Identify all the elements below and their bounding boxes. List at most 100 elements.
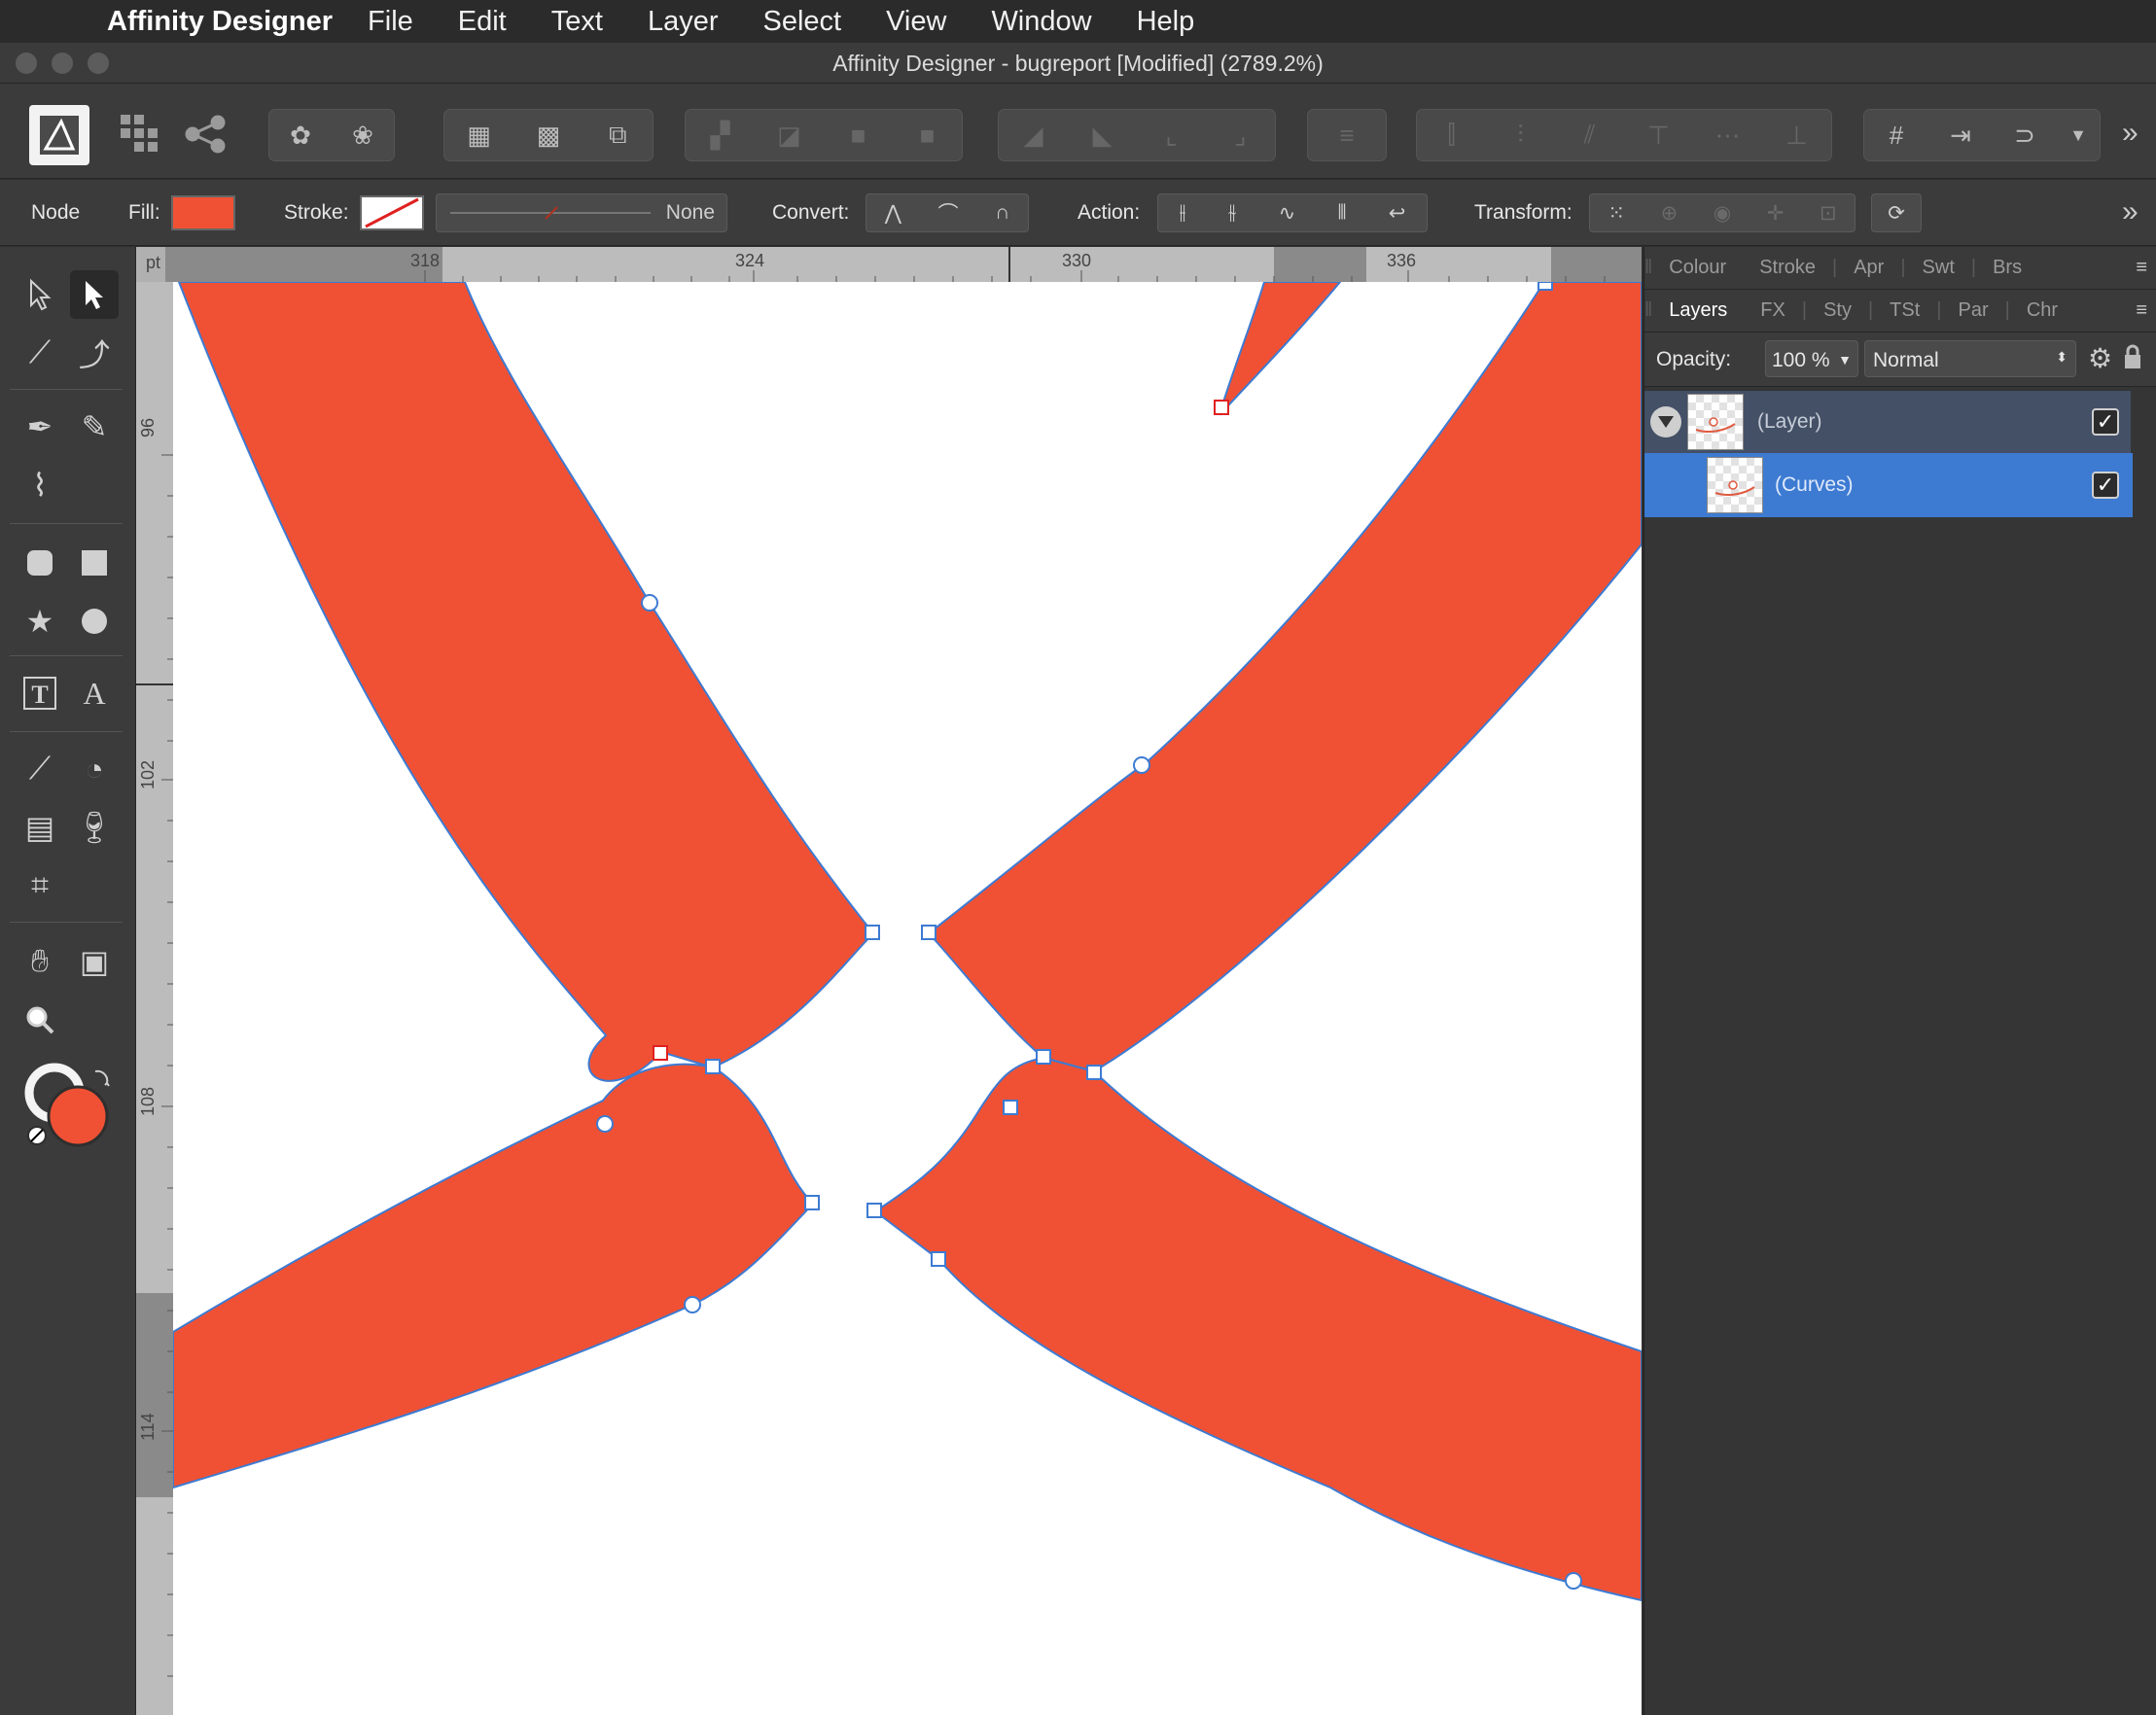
pen-tool-icon[interactable]: ✒ (16, 402, 64, 451)
menu-select[interactable]: Select (762, 6, 841, 38)
selected-node[interactable] (653, 1045, 668, 1061)
expand-toggle[interactable] (1650, 406, 1681, 438)
close-curve-icon[interactable]: ⫳ (1228, 201, 1237, 225)
curve-node[interactable] (705, 1059, 721, 1074)
document-canvas[interactable] (173, 282, 1642, 1715)
assistant-icon[interactable]: ❀ (337, 114, 388, 157)
transform-box-icon[interactable]: ⁙ (1608, 201, 1625, 226)
align-icon[interactable]: ≡ (1322, 114, 1372, 157)
tab-styles[interactable]: Sty (1807, 299, 1868, 322)
tab-stroke[interactable]: Stroke (1743, 257, 1832, 279)
artboard-tool-icon[interactable]: ▣ (70, 937, 119, 986)
point-transform-tool-icon[interactable]: ⟋ (16, 329, 64, 377)
menu-help[interactable]: Help (1137, 6, 1195, 38)
menu-view[interactable]: View (886, 6, 946, 38)
node-tool-icon[interactable] (70, 270, 119, 319)
tab-brushes[interactable]: Brs (1976, 257, 2038, 279)
snapping-magnet-icon[interactable]: ⊃ (1999, 114, 2050, 157)
align-nodes-icon[interactable]: ⊡ (1820, 201, 1837, 226)
curve-top-spike[interactable] (1220, 282, 1342, 416)
layer-visibility-checkbox[interactable]: ✓ (2092, 472, 2119, 499)
show-handles-icon[interactable]: ◉ (1714, 201, 1731, 226)
pixel-persona-icon[interactable] (119, 113, 161, 160)
menu-text[interactable]: Text (551, 6, 603, 38)
corner-tool-icon[interactable]: ⤴ (70, 329, 119, 377)
move-nodes-icon[interactable]: ✛ (1767, 201, 1785, 226)
context-overflow-icon[interactable]: » (2122, 195, 2138, 228)
transform-origin-icon[interactable]: ⊕ (1661, 201, 1679, 226)
tab-colour[interactable]: Colour (1652, 257, 1743, 279)
layer-row[interactable]: (Layer) ✓ (1644, 391, 2131, 453)
curve-node[interactable] (1565, 1572, 1582, 1590)
move-front-icon[interactable]: ■ (902, 114, 953, 157)
curve-node[interactable] (921, 925, 937, 940)
curve-lower-left-band[interactable] (173, 1063, 815, 1489)
curve-node[interactable] (865, 925, 880, 940)
gear-icon[interactable]: ⚙ (2088, 342, 2112, 374)
transform-mode-button[interactable]: ⟳ (1871, 193, 1922, 232)
opacity-dropdown[interactable]: 100 % ▼ (1765, 340, 1858, 377)
snap-grid-icon[interactable]: # (1871, 114, 1922, 157)
layer-visibility-checkbox[interactable]: ✓ (2092, 408, 2119, 436)
star-tool-icon[interactable]: ★ (16, 597, 64, 646)
transform-origin-icon[interactable]: ⧉ (592, 114, 643, 157)
align-top-icon[interactable]: ⊤ (1634, 114, 1684, 157)
toolbar-overflow-icon[interactable]: » (2122, 117, 2138, 150)
convert-smooth-icon[interactable]: ⌒ (938, 198, 959, 228)
fill-swatch[interactable] (171, 195, 235, 230)
curve-node[interactable] (684, 1296, 701, 1313)
curve-node[interactable] (596, 1115, 614, 1133)
curve-node[interactable] (1133, 756, 1150, 774)
fill-color-well[interactable] (47, 1085, 109, 1147)
export-persona-icon[interactable] (185, 115, 228, 158)
stroke-width-slider[interactable]: None (436, 193, 727, 232)
rotate-right-icon[interactable]: ⌟ (1216, 114, 1266, 157)
reverse-curve-icon[interactable]: ↩ (1389, 201, 1406, 226)
snapping-dropdown-icon[interactable]: ▼ (2064, 114, 2093, 157)
convert-smart-icon[interactable]: ∩ (995, 201, 1009, 225)
color-selector[interactable] (23, 1060, 117, 1153)
tab-swatches[interactable]: Swt (1906, 257, 1971, 279)
tab-text-styles[interactable]: TSt (1873, 299, 1936, 322)
convert-sharp-icon[interactable]: ⋀ (885, 201, 901, 226)
curve-upper-right-band[interactable] (927, 282, 1642, 1073)
smooth-curve-icon[interactable]: ∿ (1279, 201, 1296, 226)
align-middle-icon[interactable]: ⋯ (1703, 114, 1753, 157)
align-right-icon[interactable]: ⫽ (1565, 114, 1615, 157)
vector-brush-tool-icon[interactable]: ⌇ (16, 461, 64, 509)
lock-icon[interactable] (2123, 344, 2142, 375)
rounded-rectangle-tool-icon[interactable] (16, 539, 64, 587)
curve-node[interactable] (1086, 1065, 1102, 1080)
transparency-tool-icon[interactable]: 🍷︎ (70, 803, 119, 852)
rectangle-tool-icon[interactable] (70, 539, 119, 587)
tab-character[interactable]: Chr (2010, 299, 2074, 322)
sync-icon[interactable]: ✿ (275, 114, 326, 157)
move-back-icon[interactable]: ▞ (695, 114, 746, 157)
align-bottom-icon[interactable]: ⊥ (1772, 114, 1822, 157)
tab-appearance[interactable]: Apr (1837, 257, 1900, 279)
tab-layers[interactable]: Layers (1652, 299, 1744, 322)
menu-file[interactable]: File (368, 6, 413, 38)
flip-horizontal-icon[interactable]: ◢ (1008, 114, 1059, 157)
move-backward-icon[interactable]: ◪ (764, 114, 815, 157)
designer-persona-button[interactable] (29, 105, 89, 165)
color-picker-tool-icon[interactable]: ⟋ (16, 745, 64, 793)
tab-fx[interactable]: FX (1744, 299, 1802, 322)
blend-mode-dropdown[interactable]: Normal ⬍ (1864, 340, 2076, 377)
curve-node[interactable] (1537, 282, 1553, 291)
move-tool-icon[interactable] (16, 270, 64, 319)
grid-frame-icon[interactable]: ▩ (523, 114, 574, 157)
crop-tool-icon[interactable]: ⌗ (16, 861, 64, 910)
flip-vertical-icon[interactable]: ◣ (1078, 114, 1128, 157)
join-curves-icon[interactable]: ⫴ (1338, 201, 1347, 225)
break-curve-icon[interactable]: ⫲ (1180, 201, 1186, 225)
curve-node[interactable] (641, 594, 658, 612)
zoom-tool-icon[interactable] (16, 996, 64, 1044)
align-left-icon[interactable]: ⫿ (1427, 114, 1477, 157)
snap-toggle-icon[interactable]: ⇥ (1935, 114, 1986, 157)
curve-node[interactable] (866, 1203, 882, 1218)
menu-layer[interactable]: Layer (648, 6, 719, 38)
curve-node[interactable] (1003, 1100, 1018, 1115)
curve-node[interactable] (1036, 1049, 1051, 1065)
layer-row[interactable]: (Curves) ✓ (1644, 453, 2133, 517)
